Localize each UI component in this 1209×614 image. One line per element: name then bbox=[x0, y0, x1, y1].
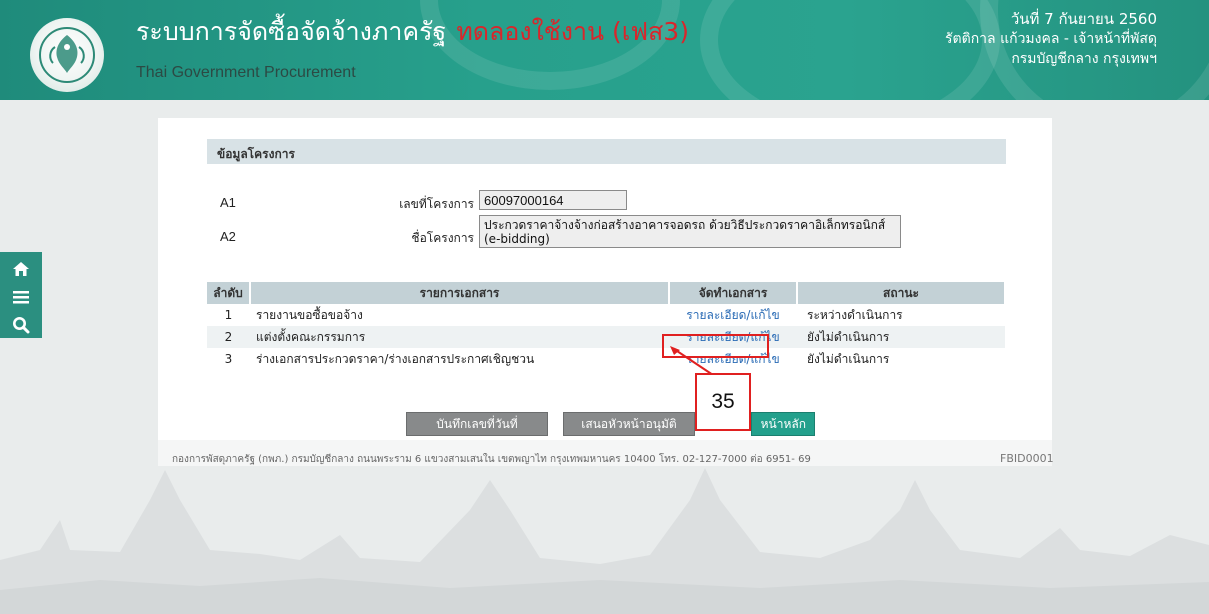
content-panel: ข้อมูลโครงการ A1 เลขที่โครงการ 600970001… bbox=[158, 118, 1052, 440]
project-number-label: เลขที่โครงการ bbox=[399, 197, 474, 211]
col-header-status: สถานะ bbox=[797, 282, 1006, 304]
search-icon[interactable] bbox=[5, 312, 37, 337]
project-name-field[interactable]: ประกวดราคาจ้างจ้างก่อสร้างอาคารจอดรถ ด้ว… bbox=[479, 215, 901, 248]
document-name: แต่งตั้งคณะกรรมการ bbox=[250, 326, 669, 348]
app-subtitle: Thai Government Procurement bbox=[136, 64, 356, 81]
document-status: ระหว่างดำเนินการ bbox=[807, 307, 903, 322]
save-number-date-button[interactable]: บันทึกเลขที่วันที่ bbox=[406, 412, 548, 436]
col-header-no: ลำดับ bbox=[207, 282, 251, 304]
page-code: FBID0001 bbox=[1000, 452, 1054, 465]
table-row: 3 ร่างเอกสารประกวดราคา/ร่างเอกสารประกาศเ… bbox=[207, 348, 1005, 370]
field-code-a1: A1 bbox=[220, 195, 236, 210]
main-page-button[interactable]: หน้าหลัก bbox=[751, 412, 815, 436]
user-org: กรมบัญชีกลาง กรุงเทพฯ bbox=[1011, 51, 1157, 67]
home-icon[interactable] bbox=[5, 256, 37, 281]
document-status: ยังไม่ดำเนินการ bbox=[807, 351, 890, 366]
app-title: ระบบการจัดซื้อจัดจ้างภาครัฐ ทดลองใช้งาน (… bbox=[136, 12, 689, 52]
step-callout: 35 bbox=[695, 373, 751, 431]
project-number-field[interactable]: 60097000164 bbox=[479, 190, 627, 210]
table-row: 1 รายงานขอซื้อขอจ้าง รายละเอียด/แก้ไข ระ… bbox=[207, 304, 1005, 326]
menu-icon[interactable] bbox=[5, 284, 37, 309]
document-table: ลำดับ รายการเอกสาร จัดทำเอกสาร สถานะ 1 ร… bbox=[207, 282, 1006, 370]
row-number: 3 bbox=[224, 352, 233, 366]
user-name-role: รัตติกาล แก้วมงคล - เจ้าหน้าที่พัสดุ bbox=[945, 31, 1157, 47]
row-number: 2 bbox=[207, 326, 250, 348]
col-header-action: จัดทำเอกสาร bbox=[669, 282, 798, 304]
app-title-main: ระบบการจัดซื้อจัดจ้างภาครัฐ bbox=[136, 17, 447, 46]
trial-badge: ทดลองใช้งาน (เฟส3) bbox=[456, 17, 689, 46]
document-name: รายงานขอซื้อขอจ้าง bbox=[256, 307, 363, 322]
project-name-label: ชื่อโครงการ bbox=[411, 231, 474, 245]
user-info: วันที่ 7 กันยายน 2560 รัตติกาล แก้วมงคล … bbox=[945, 9, 1157, 69]
document-name: ร่างเอกสารประกวดราคา/ร่างเอกสารประกาศเชิ… bbox=[256, 351, 535, 366]
col-header-document: รายการเอกสาร bbox=[250, 282, 670, 304]
current-date: วันที่ 7 กันยายน 2560 bbox=[1010, 10, 1157, 28]
highlight-box bbox=[662, 334, 769, 358]
document-status: ยังไม่ดำเนินการ bbox=[797, 326, 1005, 348]
section-header-project-info: ข้อมูลโครงการ bbox=[207, 139, 1006, 164]
table-header-row: ลำดับ รายการเอกสาร จัดทำเอกสาร สถานะ bbox=[207, 282, 1006, 304]
propose-to-head-button[interactable]: เสนอหัวหน้าอนุมัติ bbox=[563, 412, 695, 436]
detail-edit-link[interactable]: รายละเอียด/แก้ไข bbox=[669, 304, 797, 326]
field-code-a2: A2 bbox=[220, 229, 236, 244]
comptroller-logo bbox=[30, 18, 104, 92]
table-row: 2 แต่งตั้งคณะกรรมการ รายละเอียด/แก้ไข ยั… bbox=[207, 326, 1005, 348]
app-header: ระบบการจัดซื้อจัดจ้างภาครัฐ ทดลองใช้งาน (… bbox=[0, 0, 1209, 100]
row-number: 1 bbox=[224, 308, 233, 322]
side-nav bbox=[0, 252, 42, 338]
footer-address: กองการพัสดุภาครัฐ (กพภ.) กรมบัญชีกลาง ถน… bbox=[172, 454, 811, 465]
